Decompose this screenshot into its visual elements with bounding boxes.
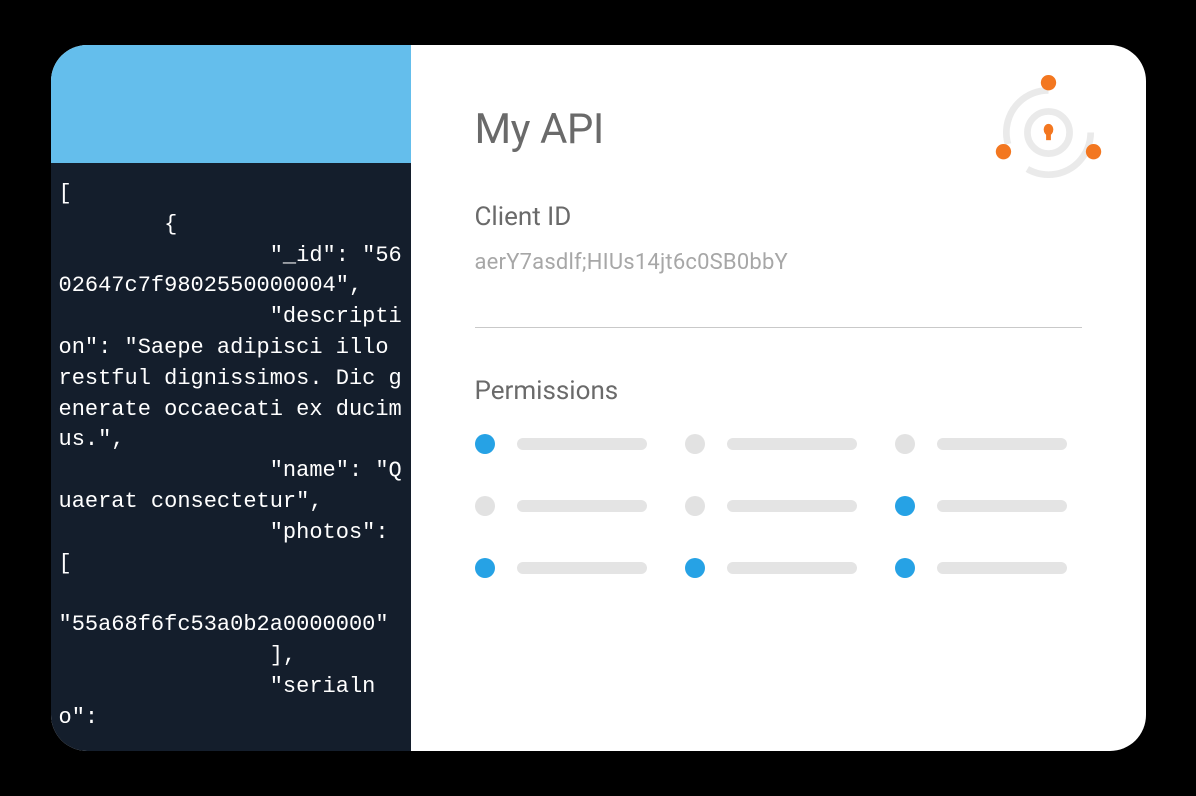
- permission-toggle-icon[interactable]: [895, 434, 915, 454]
- permission-toggle-icon[interactable]: [475, 496, 495, 516]
- permission-toggle-icon[interactable]: [475, 558, 495, 578]
- permission-item[interactable]: [685, 496, 871, 516]
- permission-item[interactable]: [475, 558, 661, 578]
- permission-item[interactable]: [895, 434, 1081, 454]
- permission-toggle-icon[interactable]: [895, 496, 915, 516]
- permission-label-placeholder: [517, 562, 647, 574]
- json-code: [ { "_id": "5602647c7f9802550000004", "d…: [59, 179, 403, 733]
- api-card: [ { "_id": "5602647c7f9802550000004", "d…: [51, 45, 1146, 751]
- code-panel: [ { "_id": "5602647c7f9802550000004", "d…: [51, 45, 411, 751]
- permission-item[interactable]: [685, 434, 871, 454]
- permission-label-placeholder: [937, 500, 1067, 512]
- permission-item[interactable]: [475, 496, 661, 516]
- security-logo-icon: [991, 75, 1106, 190]
- divider: [475, 327, 1082, 328]
- permissions-grid: [475, 434, 1082, 578]
- client-id-value: aerY7asdlf;HIUs14jt6c0SB0bbY: [475, 250, 1082, 275]
- permission-label-placeholder: [727, 500, 857, 512]
- permission-label-placeholder: [937, 438, 1067, 450]
- permission-label-placeholder: [727, 562, 857, 574]
- permission-label-placeholder: [517, 438, 647, 450]
- permission-toggle-icon[interactable]: [895, 558, 915, 578]
- code-area: [ { "_id": "5602647c7f9802550000004", "d…: [51, 163, 411, 751]
- permission-toggle-icon[interactable]: [685, 558, 705, 578]
- permission-item[interactable]: [895, 558, 1081, 578]
- permission-toggle-icon[interactable]: [685, 434, 705, 454]
- permission-item[interactable]: [685, 558, 871, 578]
- permission-item[interactable]: [895, 496, 1081, 516]
- api-details-panel: My API Client ID aerY7asdlf;HIUs14jt6c0S…: [411, 45, 1146, 751]
- permissions-label: Permissions: [475, 376, 1082, 406]
- permission-label-placeholder: [517, 500, 647, 512]
- permission-label-placeholder: [727, 438, 857, 450]
- permission-label-placeholder: [937, 562, 1067, 574]
- permission-toggle-icon[interactable]: [685, 496, 705, 516]
- permission-item[interactable]: [475, 434, 661, 454]
- permission-toggle-icon[interactable]: [475, 434, 495, 454]
- client-id-label: Client ID: [475, 202, 1082, 232]
- code-panel-header: [51, 45, 411, 163]
